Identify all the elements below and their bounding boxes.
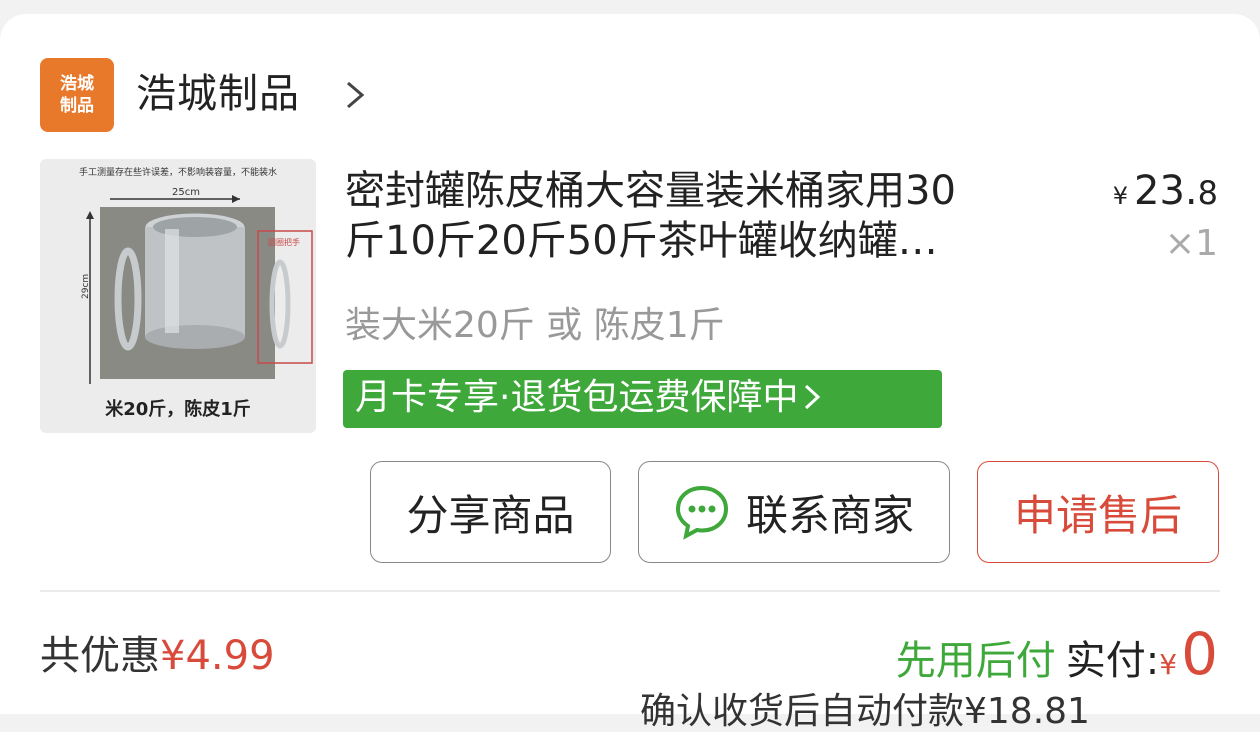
product-quantity: ×1 bbox=[1164, 223, 1218, 264]
product-image-width-label: 25cm bbox=[172, 187, 200, 198]
store-logo-text-2: 制品 bbox=[60, 96, 94, 116]
price-integer: 23. bbox=[1134, 168, 1198, 214]
chevron-right-icon bbox=[805, 384, 821, 410]
discount-amount: ¥4.99 bbox=[160, 633, 275, 679]
paid-currency: ¥ bbox=[1159, 648, 1178, 681]
share-button-label: 分享商品 bbox=[406, 490, 575, 540]
contact-button-label: 联系商家 bbox=[745, 490, 914, 540]
store-name[interactable]: 浩城制品 bbox=[136, 68, 300, 120]
autopay-text: 确认收货后自动付款¥18.81 bbox=[640, 691, 1090, 732]
chat-icon bbox=[675, 485, 728, 540]
product-variant: 装大米20斤 或 陈皮1斤 bbox=[345, 305, 725, 346]
after-sale-button-label: 申请售后 bbox=[1013, 490, 1182, 540]
store-logo[interactable]: 浩城 制品 bbox=[40, 58, 114, 132]
bucket-illustration: 25cm 29cm 圆圈把手 bbox=[81, 187, 313, 384]
store-logo-text-1: 浩城 bbox=[60, 74, 94, 94]
discount-summary: 共优惠¥4.99 bbox=[40, 632, 275, 680]
product-price: ¥23.8 bbox=[1113, 168, 1218, 219]
product-title[interactable]: 密封罐陈皮桶大容量装米桶家用30 斤10斤20斤50斤茶叶罐收纳罐… bbox=[345, 166, 1065, 266]
discount-label: 共优惠 bbox=[40, 633, 160, 679]
product-image-height-label: 29cm bbox=[81, 274, 91, 299]
promo-banner[interactable]: 月卡专享·退货包运费保障中 bbox=[343, 370, 942, 428]
product-title-line-1: 密封罐陈皮桶大容量装米桶家用30 bbox=[345, 168, 956, 214]
autopay-note: 确认收货后自动付款¥18.81 bbox=[640, 692, 1090, 732]
price-currency: ¥ bbox=[1112, 182, 1129, 210]
price-decimal: 8 bbox=[1197, 174, 1218, 212]
pay-later-label: 先用后付 bbox=[895, 638, 1056, 684]
product-image-caption: 米20斤，陈皮1斤 bbox=[105, 399, 251, 420]
promo-text: 月卡专享·退货包运费保障中 bbox=[355, 377, 799, 418]
product-title-line-2: 斤10斤20斤50斤茶叶罐收纳罐… bbox=[345, 218, 938, 264]
payment-summary: 先用后付 实付:¥0 bbox=[896, 624, 1218, 695]
paid-label: 实付: bbox=[1065, 638, 1160, 684]
divider bbox=[40, 590, 1220, 592]
after-sale-button[interactable]: 申请售后 bbox=[977, 461, 1219, 563]
product-image-handle-label: 圆圈把手 bbox=[268, 237, 300, 247]
share-product-button[interactable]: 分享商品 bbox=[370, 461, 611, 563]
product-image[interactable]: 手工测量存在些许误差，不影响装容量，不能装水 25cm 29cm 圆圈把手 米2… bbox=[40, 159, 316, 433]
chevron-right-icon[interactable] bbox=[340, 77, 370, 113]
paid-amount: 0 bbox=[1181, 620, 1218, 688]
order-card: 浩城 制品 浩城制品 手工测量存在些许误差，不影响装容量，不能装水 25cm 29… bbox=[0, 14, 1260, 732]
contact-seller-button[interactable]: 联系商家 bbox=[638, 461, 950, 563]
